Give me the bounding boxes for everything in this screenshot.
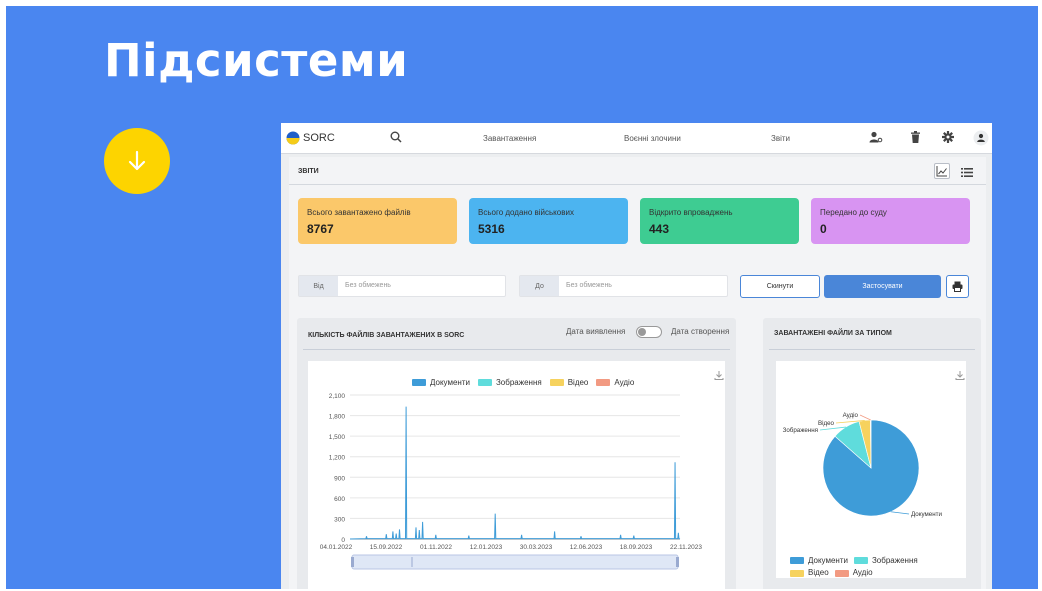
slide: Підсистеми SORC Завантаження Воєнні злоч… — [6, 6, 1038, 589]
stat-card-label: Відкрито впроваджень — [649, 208, 733, 217]
y-tick-label: 2,100 — [329, 393, 346, 400]
y-tick-label: 1,800 — [329, 414, 346, 421]
pie-label: Зображення — [783, 427, 818, 434]
section-title: ЗВІТИ — [298, 168, 319, 175]
legend-item[interactable]: Документи — [790, 555, 848, 567]
y-tick-label: 900 — [334, 475, 345, 482]
legend-label: Документи — [808, 555, 848, 565]
app-window: SORC Завантаження Воєнні злочини Звіти З… — [281, 123, 992, 589]
file-types-title: ЗАВАНТАЖЕНІ ФАЙЛИ ЗА ТИПОМ — [774, 330, 892, 337]
zoom-handle-left — [351, 557, 354, 567]
account-icon[interactable] — [973, 130, 989, 148]
stat-card-label: Передано до суду — [820, 208, 887, 217]
pie-leader-line — [859, 414, 871, 421]
y-tick-label: 1,500 — [329, 434, 346, 441]
x-tick-label: 30.03.2023 — [520, 544, 553, 551]
apply-button[interactable]: Застосувати — [824, 275, 941, 298]
zoom-slider — [351, 554, 679, 570]
stat-card-value: 8767 — [307, 222, 334, 236]
x-tick-label: 12.06.2023 — [570, 544, 603, 551]
stat-card-court: Передано до суду 0 — [811, 198, 970, 244]
stat-card-value: 0 — [820, 222, 827, 236]
legend-label: Аудіо — [852, 568, 873, 577]
search-icon[interactable] — [390, 131, 402, 145]
stat-card-label: Всього завантажено файлів — [307, 208, 411, 217]
stat-card-military: Всього додано військових 5316 — [469, 198, 628, 244]
pie-leader-line — [890, 511, 910, 515]
list-icon[interactable] — [961, 165, 973, 183]
logo-icon — [286, 131, 300, 145]
nav-war-crimes[interactable]: Воєнні злочини — [624, 134, 681, 143]
files-chart-panel: КІЛЬКІСТЬ ФАЙЛІВ ЗАВАНТАЖЕНИХ В SORC Дат… — [297, 318, 736, 589]
toggle-label-detection: Дата виявлення — [566, 327, 626, 336]
legend-item[interactable]: Аудіо — [834, 567, 873, 579]
pie-legend: Документи Зображення Відео Аудіо — [790, 554, 966, 579]
panel-divider — [769, 349, 975, 350]
stat-card-files: Всього завантажено файлів 8767 — [298, 198, 457, 244]
pie-label: Відео — [818, 420, 835, 427]
line-chart-icon[interactable] — [934, 163, 950, 179]
date-from-label: Від — [299, 276, 338, 296]
y-tick-label: 300 — [334, 516, 345, 523]
legend-swatch — [834, 569, 849, 577]
legend-item[interactable]: Зображення — [853, 555, 918, 567]
x-tick-label: 15.09.2022 — [370, 544, 403, 551]
x-tick-label: 04.01.2022 — [320, 544, 353, 551]
arrow-down-icon[interactable] — [104, 128, 170, 194]
line-chart: Документи Зображення Відео Аудіо 0 300 600 900… — [308, 361, 725, 589]
legend-swatch — [853, 557, 868, 564]
trash-icon[interactable] — [910, 131, 921, 145]
pie-label: Документи — [911, 511, 942, 518]
legend-swatch — [790, 569, 804, 577]
gear-icon[interactable] — [942, 131, 954, 145]
stat-card-value: 5316 — [478, 222, 505, 236]
line-chart-svg: 0 300 600 900 1,200 1,500 1,800 2,100 04.01.2022… — [320, 393, 702, 570]
x-tick-label: 22.11.2023 — [670, 544, 702, 551]
date-to-label: До — [520, 276, 559, 296]
files-chart-title: КІЛЬКІСТЬ ФАЙЛІВ ЗАВАНТАЖЕНИХ В SORC — [308, 332, 465, 339]
pie-chart-svg: Документи ЗображенняВідео Аудіо — [783, 412, 943, 518]
top-navbar: SORC Завантаження Воєнні злочини Звіти — [281, 123, 992, 154]
printer-icon[interactable] — [946, 275, 969, 298]
app-logo-text: SORC — [303, 132, 335, 144]
panel-divider — [303, 349, 730, 350]
x-tick-label: 01.11.2022 — [420, 544, 452, 551]
x-tick-label: 12.01.2023 — [470, 544, 503, 551]
legend-swatch — [790, 557, 804, 564]
date-to-field[interactable]: До Без обмежень — [519, 275, 728, 297]
section-header: ЗВІТИ — [289, 157, 986, 185]
stat-card-label: Всього додано військових — [478, 208, 574, 217]
series-line-documents — [349, 406, 681, 540]
legend-item[interactable]: Відео — [790, 567, 829, 579]
date-from-field[interactable]: Від Без обмежень — [298, 275, 506, 297]
zoom-handle-right — [676, 557, 679, 567]
app-logo[interactable]: SORC — [286, 131, 335, 145]
file-types-panel: ЗАВАНТАЖЕНІ ФАЙЛИ ЗА ТИПОМ Документи Зобр… — [763, 318, 981, 589]
toggle-label-creation: Дата створення — [671, 327, 730, 336]
x-tick-label: 18.09.2023 — [620, 544, 653, 551]
date-to-placeholder: Без обмежень — [566, 282, 612, 289]
toggle-knob — [638, 328, 646, 336]
pie-label: Аудіо — [843, 412, 859, 419]
y-tick-label: 0 — [341, 537, 345, 544]
nav-uploads[interactable]: Завантаження — [483, 134, 536, 143]
legend-label: Зображення — [871, 555, 918, 565]
legend-label: Відео — [808, 568, 829, 577]
nav-reports[interactable]: Звіти — [771, 134, 790, 143]
reset-button[interactable]: Скинути — [740, 275, 820, 298]
y-tick-label: 600 — [334, 496, 345, 503]
date-from-placeholder: Без обмежень — [345, 282, 391, 289]
stat-card-value: 443 — [649, 222, 670, 236]
y-tick-label: 1,200 — [329, 455, 346, 462]
slide-title: Підсистеми — [104, 34, 409, 87]
date-toggle[interactable] — [636, 326, 662, 338]
stat-card-proceedings: Відкрито впроваджень 443 — [640, 198, 799, 244]
pie-chart: Документи Зображення Відео Аудіо Документи З… — [776, 361, 966, 578]
reports-content: ЗВІТИ Всього завантажено файлів 8767 Всь… — [289, 157, 986, 589]
user-key-icon[interactable] — [869, 131, 883, 145]
